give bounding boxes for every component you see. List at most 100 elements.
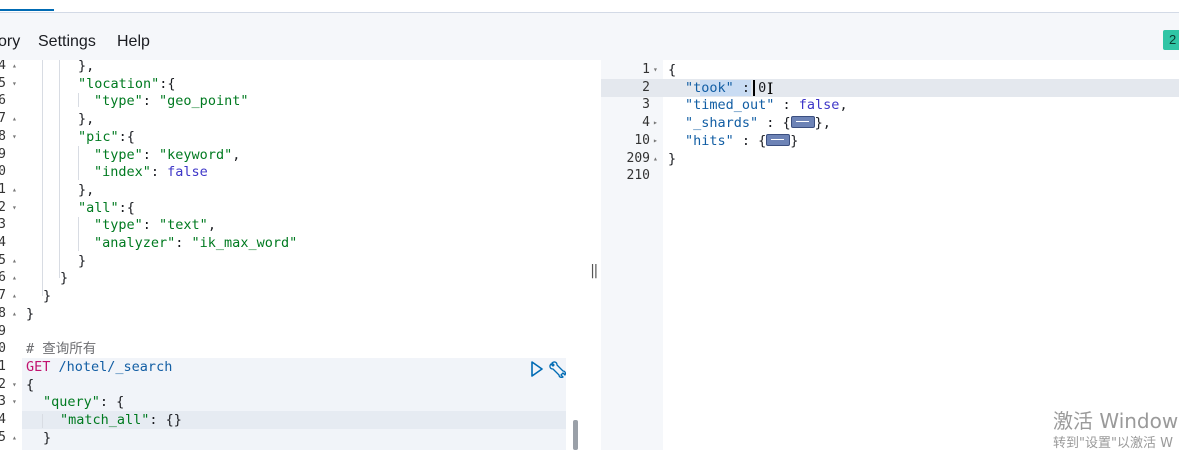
code-line[interactable]: 7 ▴}, <box>0 110 583 128</box>
code-line[interactable]: 4 ▸ "_shards" : {}, <box>601 114 1179 132</box>
fold-open-icon[interactable]: ▾ <box>653 61 658 79</box>
fold-open-icon[interactable]: ▾ <box>12 199 17 217</box>
code-line[interactable]: 1 GET /hotel/_search <box>0 358 583 376</box>
code-line[interactable]: 3 "timed_out" : false, <box>601 96 1179 114</box>
help-menu-item[interactable]: Help <box>117 33 150 51</box>
line-number: 3 <box>0 394 6 410</box>
code-line[interactable]: 209 ▴} <box>601 150 1179 168</box>
line-number: 7 <box>0 288 6 304</box>
fold-end-icon[interactable]: ▴ <box>12 287 17 305</box>
code-line[interactable]: 4 "match_all": {} <box>0 411 583 429</box>
code-token: } <box>43 288 52 305</box>
line-number: 5 <box>0 75 6 91</box>
request-editor[interactable]: 4 ▴}, 5 ▾ "location":{6 "type": "geo_point" 7 ▴… <box>0 60 583 450</box>
code-token: : { <box>758 115 791 132</box>
code-line[interactable]: 2 ▾ { <box>0 376 583 394</box>
fold-end-icon[interactable]: ▴ <box>12 252 17 270</box>
code-line[interactable]: 6 ▴} <box>0 269 583 287</box>
code-text: "timed_out" : false, <box>685 96 848 114</box>
fold-end-icon[interactable]: ▴ <box>12 181 17 199</box>
fold-open-icon[interactable]: ▾ <box>12 376 17 394</box>
code-text: }, <box>78 60 94 75</box>
code-token: } <box>668 150 677 167</box>
fold-end-icon[interactable]: ▴ <box>12 60 17 75</box>
code-token: }, <box>814 115 831 132</box>
code-token: : { <box>99 394 125 411</box>
fold-open-icon[interactable]: ▾ <box>12 75 17 93</box>
code-text: "type": "geo_point" <box>94 92 248 110</box>
code-token: }, <box>78 60 95 74</box>
code-line[interactable]: 4 "analyzer": "ik_max_word" <box>0 234 583 252</box>
code-line[interactable]: 10 ▸ "hits" : {} <box>601 132 1179 150</box>
pane-divider[interactable]: ‖ <box>583 60 601 450</box>
code-line[interactable]: 6 "type": "geo_point" <box>0 92 583 110</box>
code-line[interactable]: 4 ▴}, <box>0 60 583 75</box>
code-text: "type": "text", <box>94 216 216 234</box>
collapsed-block-icon[interactable] <box>790 116 815 129</box>
code-token: "all" <box>78 199 119 216</box>
code-token: } <box>78 252 87 269</box>
line-number: 6 <box>0 93 6 109</box>
code-text: GET /hotel/_search <box>26 358 172 376</box>
code-token: }, <box>78 181 95 198</box>
fold-closed-icon[interactable]: ▸ <box>653 114 658 132</box>
code-token: :{ <box>118 199 135 216</box>
code-line[interactable]: 5 ▾ "location":{ <box>0 75 583 93</box>
fold-end-icon[interactable]: ▴ <box>653 150 658 168</box>
code-text: }, <box>78 110 94 128</box>
code-line[interactable]: 9 <box>0 323 583 341</box>
settings-menu-item[interactable]: Settings <box>38 33 96 51</box>
collapsed-block-icon[interactable] <box>766 133 791 146</box>
fold-closed-icon[interactable]: ▸ <box>653 132 658 150</box>
code-text: { <box>26 376 34 394</box>
code-line[interactable]: 5 ▴} <box>0 252 583 270</box>
code-text: "analyzer": "ik_max_word" <box>94 234 297 252</box>
code-line[interactable]: 1 ▾ { <box>601 61 1179 79</box>
code-token: 0 <box>758 79 767 96</box>
code-line[interactable]: 8 ▾ "pic":{ <box>0 128 583 146</box>
fold-open-icon[interactable]: ▾ <box>12 393 17 411</box>
code-token: "type" <box>94 217 143 234</box>
wrench-icon[interactable] <box>548 360 568 378</box>
fold-end-icon[interactable]: ▴ <box>12 429 17 447</box>
status-badge: 2 <box>1163 30 1179 50</box>
fold-end-icon[interactable]: ▴ <box>12 110 17 128</box>
code-line[interactable]: 5 ▴} <box>0 429 583 447</box>
line-number: 4 <box>0 60 6 73</box>
code-line[interactable]: 9 "type": "keyword", <box>0 146 583 164</box>
code-token: }, <box>78 111 95 128</box>
code-token: , <box>207 217 216 234</box>
code-text: } <box>668 150 676 168</box>
code-token: "text" <box>159 217 208 234</box>
code-line[interactable]: 2 ▾ "all":{ <box>0 199 583 217</box>
line-number: 2 <box>0 199 6 215</box>
code-line[interactable]: 0 "index": false <box>0 163 583 181</box>
fold-open-icon[interactable]: ▾ <box>12 128 17 146</box>
code-line[interactable]: 8 ▴} <box>0 305 583 323</box>
code-token: "type" <box>94 93 143 110</box>
code-token: "analyzer" <box>94 235 176 251</box>
resize-handle-icon[interactable]: ‖ <box>590 263 598 279</box>
code-line[interactable]: 0 # 查询所有 <box>0 340 583 358</box>
code-token: GET <box>26 358 51 375</box>
code-token: : <box>774 97 799 114</box>
code-text: } <box>60 269 68 287</box>
code-line[interactable]: 1 ▴}, <box>0 181 583 199</box>
line-number: 8 <box>0 128 6 144</box>
console-menu-bar: ory Settings Help 2 <box>0 13 1179 61</box>
code-line[interactable]: 2 "took" : 0 <box>601 79 1179 97</box>
code-line[interactable]: 7 ▴} <box>0 287 583 305</box>
code-line[interactable]: 3 ▾ "query": { <box>0 393 583 411</box>
fold-end-icon[interactable]: ▴ <box>12 269 17 287</box>
response-viewer[interactable]: 1 ▾ {2 "took" : 0 3 "timed_out" : false, 4 ▸ "_s… <box>601 60 1179 450</box>
fold-end-icon[interactable]: ▴ <box>12 305 17 323</box>
code-line[interactable]: 3 "type": "text", <box>0 216 583 234</box>
line-number: 5 <box>0 252 6 268</box>
code-token: : {} <box>149 412 182 428</box>
code-text: } <box>78 252 86 270</box>
top-tab-strip <box>0 0 1179 13</box>
history-menu-item[interactable]: ory <box>0 33 20 51</box>
play-icon[interactable] <box>530 361 544 377</box>
editor-scrollbar[interactable] <box>573 420 578 450</box>
code-line[interactable]: 210 <box>601 167 1179 185</box>
